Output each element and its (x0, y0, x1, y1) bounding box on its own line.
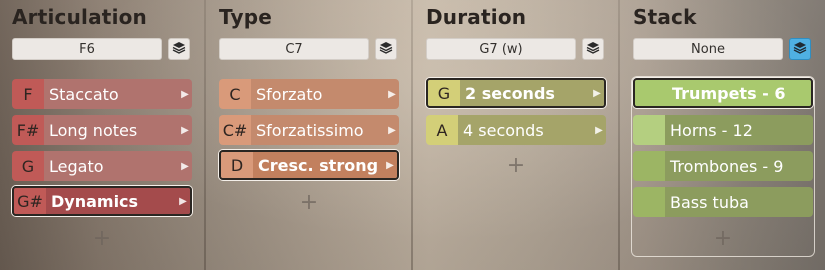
articulation-row[interactable]: F# Long notes ▶ (12, 115, 192, 145)
chevron-right-icon: ▶ (385, 79, 399, 109)
type-row[interactable]: C# Sforzatissimo ▶ (219, 115, 399, 145)
row-key: G (428, 80, 460, 106)
row-key: G (12, 151, 44, 181)
row-key: G# (14, 188, 46, 214)
chevron-right-icon: ▶ (178, 151, 192, 181)
row-label: Sforzato (251, 79, 385, 109)
type-row-selected[interactable]: D Cresc. strong ▶ (219, 150, 399, 180)
add-type-button[interactable]: + (299, 190, 319, 215)
row-label: Trumpets - 6 (667, 80, 811, 106)
chevron-right-icon: ▶ (383, 152, 397, 178)
chevron-right-icon: ▶ (178, 79, 192, 109)
stack-row[interactable]: Trombones - 9 (633, 151, 813, 181)
row-label: Long notes (44, 115, 178, 145)
articulation-row-selected[interactable]: G# Dynamics ▶ (12, 186, 192, 216)
layers-icon (586, 40, 600, 59)
type-selector[interactable]: C7 (219, 38, 369, 60)
type-heading: Type (219, 5, 272, 29)
column-divider (204, 0, 206, 270)
articulation-column: Articulation F6 F Staccato ▶ F# Long not… (12, 0, 194, 270)
add-articulation-button[interactable]: + (92, 226, 112, 251)
duration-row[interactable]: A 4 seconds ▶ (426, 115, 606, 145)
duration-heading: Duration (426, 5, 527, 29)
articulation-stack-button[interactable] (168, 38, 190, 60)
add-duration-button[interactable]: + (506, 153, 526, 178)
row-label: Sforzatissimo (251, 115, 385, 145)
chevron-right-icon: ▶ (178, 115, 192, 145)
articulation-row[interactable]: G Legato ▶ (12, 151, 192, 181)
stack-heading: Stack (633, 5, 697, 29)
articulation-selector[interactable]: F6 (12, 38, 162, 60)
layers-icon (379, 40, 393, 59)
duration-column: Duration G7 (w) G 2 seconds ▶ A 4 second… (426, 0, 608, 270)
chevron-right-icon: ▶ (592, 115, 606, 145)
row-label: Legato (44, 151, 178, 181)
duration-row-selected[interactable]: G 2 seconds ▶ (426, 78, 606, 108)
column-divider (618, 0, 620, 270)
row-key: D (221, 152, 253, 178)
stack-row-selected[interactable]: Trumpets - 6 (633, 78, 813, 108)
row-key (633, 187, 665, 217)
chevron-right-icon: ▶ (176, 188, 190, 214)
row-label: Horns - 12 (665, 115, 813, 145)
row-key (633, 151, 665, 181)
row-label: Dynamics (46, 188, 176, 214)
row-label: Bass tuba (665, 187, 813, 217)
row-key: C (219, 79, 251, 109)
column-divider (411, 0, 413, 270)
row-label: Staccato (44, 79, 178, 109)
stack-column: Stack None Trumpets - 6 Horns - 12 Tromb… (631, 0, 815, 270)
chevron-right-icon: ▶ (385, 115, 399, 145)
articulation-row[interactable]: F Staccato ▶ (12, 79, 192, 109)
chevron-right-icon: ▶ (590, 80, 604, 106)
layers-icon (172, 40, 186, 59)
stack-row[interactable]: Horns - 12 (633, 115, 813, 145)
row-key: F# (12, 115, 44, 145)
row-key (633, 115, 665, 145)
row-key: F (12, 79, 44, 109)
type-column: Type C7 C Sforzato ▶ C# Sforzatissimo ▶ … (219, 0, 401, 270)
stack-row[interactable]: Bass tuba (633, 187, 813, 217)
row-key: C# (219, 115, 251, 145)
row-label: 4 seconds (458, 115, 592, 145)
type-stack-button[interactable] (375, 38, 397, 60)
duration-selector[interactable]: G7 (w) (426, 38, 576, 60)
articulation-heading: Articulation (12, 5, 147, 29)
add-stack-button[interactable]: + (713, 226, 733, 251)
duration-stack-button[interactable] (582, 38, 604, 60)
type-row[interactable]: C Sforzato ▶ (219, 79, 399, 109)
row-key (635, 80, 667, 106)
stack-stack-button[interactable] (789, 38, 811, 60)
row-key: A (426, 115, 458, 145)
row-label: 2 seconds (460, 80, 590, 106)
layers-icon (793, 40, 807, 59)
row-label: Cresc. strong (253, 152, 383, 178)
row-label: Trombones - 9 (665, 151, 813, 181)
stack-selector[interactable]: None (633, 38, 783, 60)
